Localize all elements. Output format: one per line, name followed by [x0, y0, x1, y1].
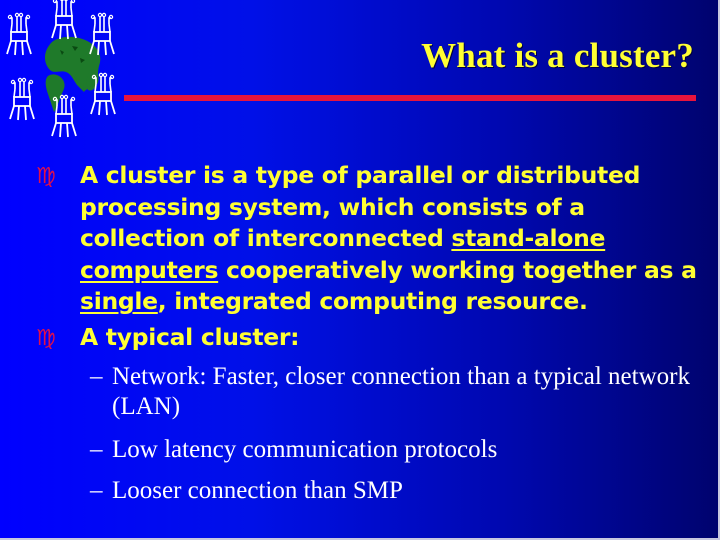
bullet-typical-cluster: ♍ A typical cluster: [36, 322, 698, 354]
sub-bullet-smp: – Looser connection than SMP [90, 476, 690, 506]
bullet-segment: cooperatively working together as a [218, 255, 697, 284]
bullet-segment-underlined: single [80, 287, 158, 315]
sub-bullet-latency: – Low latency communication protocols [90, 435, 690, 465]
bullet-segment: , integrated computing resource. [157, 287, 588, 315]
title-underline-rule [124, 95, 696, 101]
bullet-text: A cluster is a type of parallel or distr… [38, 160, 698, 318]
virgo-bullet-icon: ♍ [36, 164, 56, 189]
sub-bullet-network: – Network: Faster, closer connection tha… [90, 362, 690, 422]
bullet-cluster-definition: ♍ A cluster is a type of parallel or dis… [36, 160, 698, 318]
sub-bullet-text: Network: Faster, closer connection than … [112, 363, 690, 420]
dash-bullet-icon: – [90, 436, 103, 463]
slide-title: What is a cluster? [421, 36, 694, 75]
dash-bullet-icon: – [90, 477, 103, 504]
bullet-text: A typical cluster: [80, 323, 300, 351]
dash-bullet-icon: – [90, 363, 103, 390]
virgo-bullet-icon: ♍ [36, 326, 56, 351]
slide: What is a cluster? ♍ A cluster is a type… [0, 0, 720, 540]
globe-network-logo-icon [6, 0, 116, 138]
sub-bullet-text: Low latency communication protocols [112, 436, 498, 463]
sub-bullet-text: Looser connection than SMP [112, 477, 403, 504]
